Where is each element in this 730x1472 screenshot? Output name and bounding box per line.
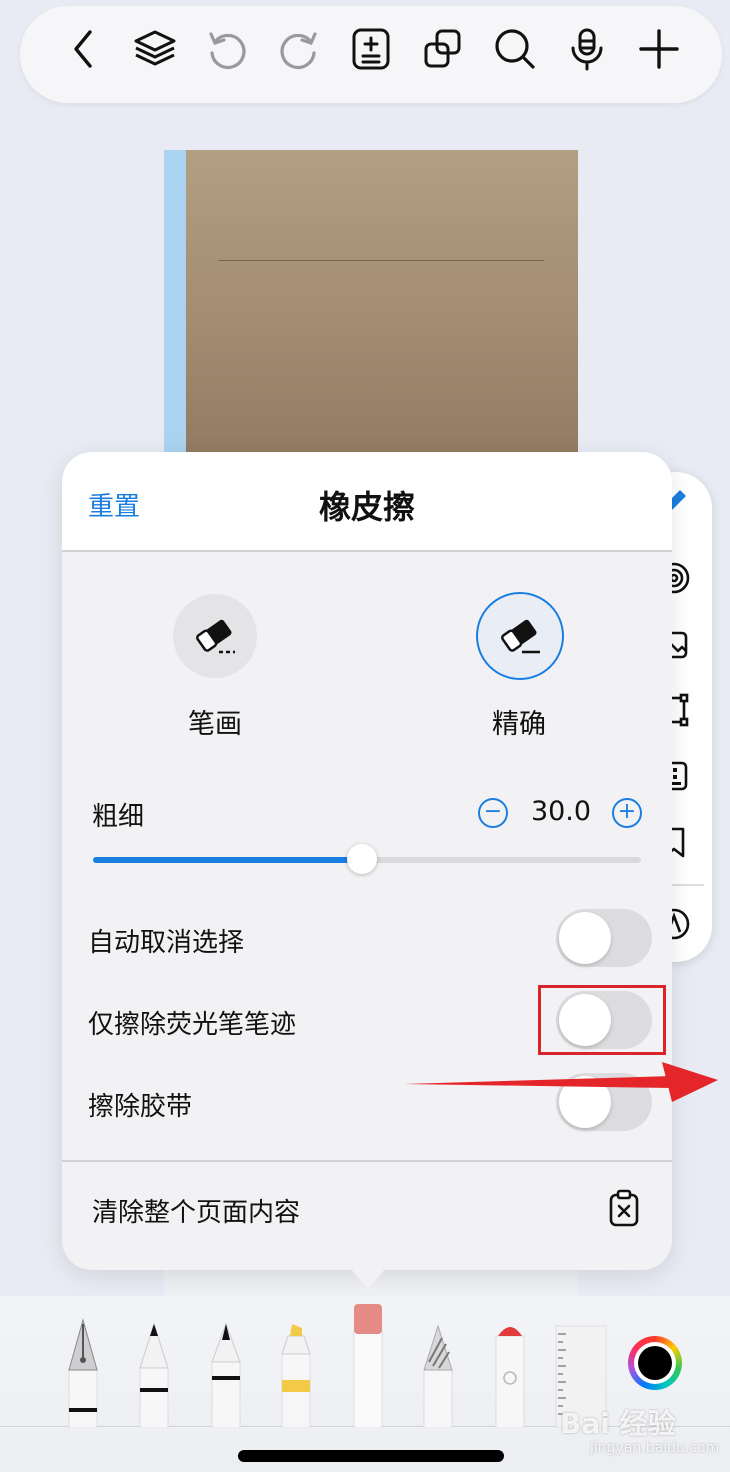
home-indicator (238, 1450, 504, 1462)
pencil-tool[interactable] (136, 1300, 172, 1429)
selected-color-swatch (638, 1346, 672, 1380)
pattern-brush-tool[interactable] (420, 1300, 456, 1429)
microphone-icon[interactable] (564, 26, 610, 72)
panel-title: 橡皮擦 (318, 488, 415, 526)
color-picker-button[interactable] (628, 1336, 682, 1390)
highlighter-only-label: 仅擦除荧光笔笔迹 (88, 1010, 297, 1040)
auto-deselect-toggle[interactable] (556, 909, 652, 967)
header-divider (62, 550, 672, 552)
spray-marker-tool[interactable] (492, 1300, 528, 1429)
clear-page-button[interactable]: 清除整个页面内容 (92, 1192, 300, 1229)
page-ruled-line (218, 260, 544, 261)
size-label: 粗细 (92, 802, 145, 832)
eraser-tool[interactable] (350, 1300, 386, 1429)
page-add-icon[interactable] (348, 26, 394, 72)
ballpoint-pen-tool[interactable] (208, 1300, 244, 1429)
copy-icon[interactable] (420, 26, 466, 72)
footer-divider (62, 1160, 672, 1162)
notebook-page[interactable] (186, 150, 578, 460)
redo-icon[interactable] (276, 26, 322, 72)
eraser-icon (501, 619, 540, 654)
undo-icon[interactable] (204, 26, 250, 72)
back-icon[interactable] (62, 26, 108, 72)
watermark-logo: Bai 经验 (560, 1407, 676, 1440)
size-value: 30.0 (530, 796, 592, 827)
fountain-pen-tool[interactable] (62, 1300, 104, 1429)
increase-size-button[interactable]: + (612, 798, 642, 828)
search-icon[interactable] (492, 26, 538, 72)
precise-eraser-button[interactable] (476, 592, 564, 680)
toggle-knob (559, 912, 611, 964)
clipboard-clear-icon[interactable] (604, 1188, 644, 1228)
precise-mode-label: 精确 (492, 709, 546, 740)
auto-deselect-label: 自动取消选择 (88, 928, 245, 958)
watermark-url: jingyan.baidu.com (590, 1440, 720, 1456)
side-strip-divider (668, 884, 704, 886)
size-slider-thumb[interactable] (346, 844, 377, 874)
stroke-eraser-button[interactable] (173, 594, 257, 678)
decrease-size-button[interactable]: − (478, 798, 508, 828)
eraser-icon (196, 619, 235, 654)
page-margin-strip (164, 150, 186, 460)
annotation-highlight-box (538, 985, 666, 1055)
layers-icon[interactable] (132, 26, 178, 72)
annotation-arrow (400, 1058, 720, 1106)
highlighter-tool[interactable] (278, 1300, 314, 1429)
plus-icon[interactable] (636, 26, 682, 72)
erase-tape-label: 擦除胶带 (88, 1092, 193, 1122)
stroke-mode-label: 笔画 (188, 709, 242, 740)
popover-arrow (344, 1260, 392, 1290)
size-slider-fill (93, 857, 362, 863)
